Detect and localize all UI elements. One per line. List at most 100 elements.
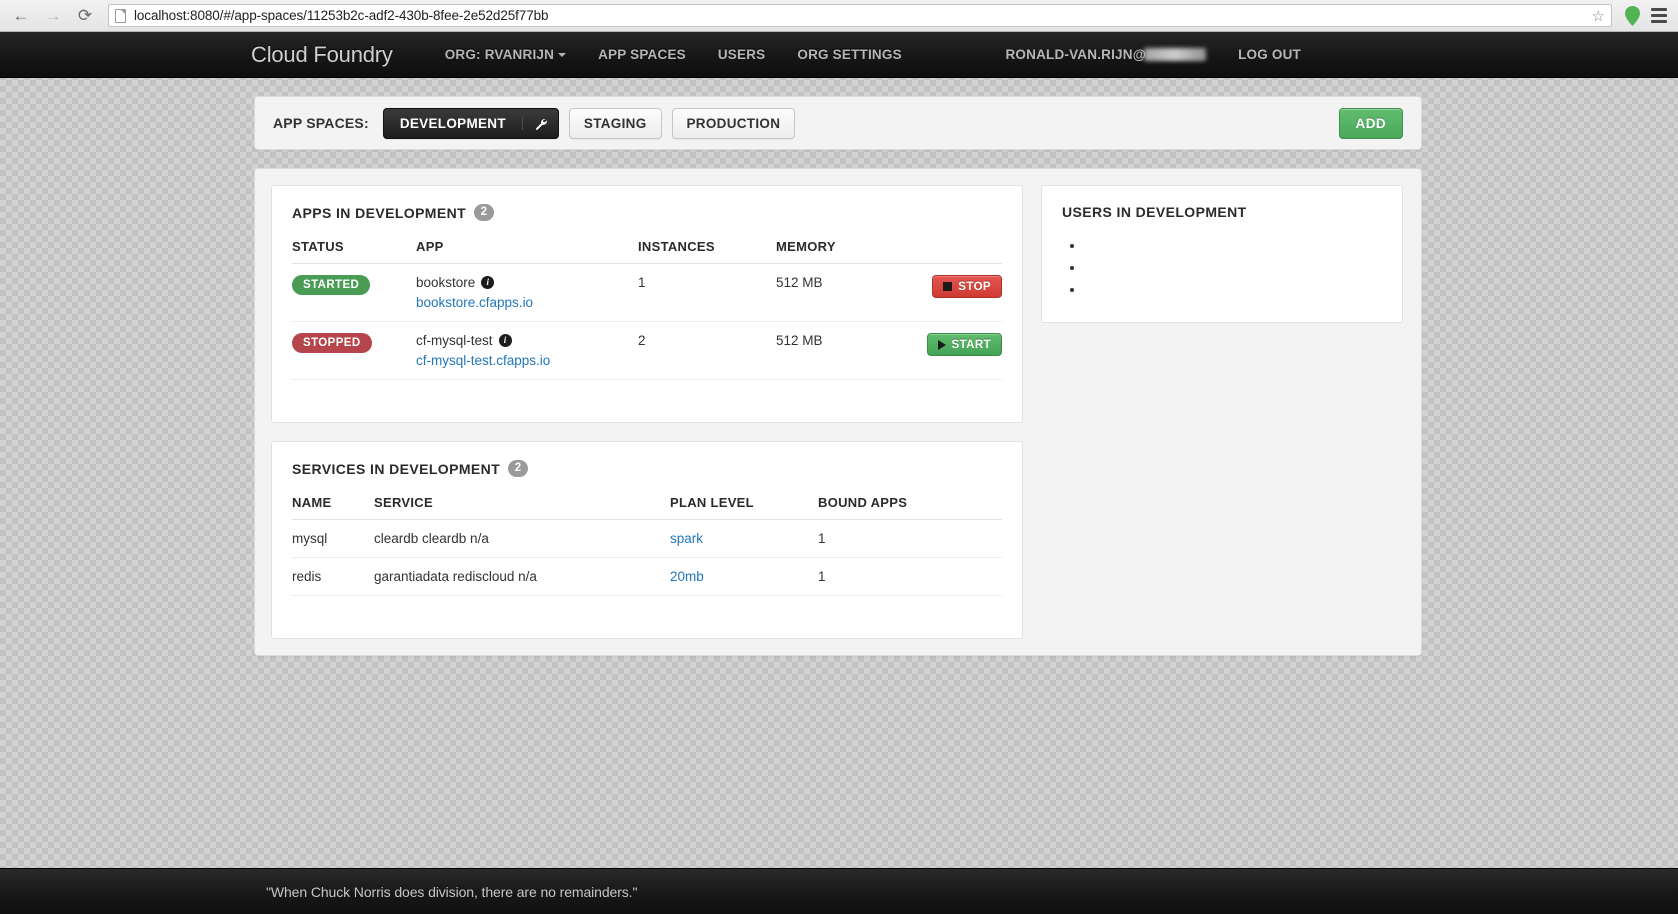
table-row: redis garantiadata rediscloud n/a 20mb 1 — [292, 557, 1002, 596]
navbar-links: ORG: RVANRIJN APP SPACES USERS ORG SETTI… — [429, 32, 918, 78]
app-name: bookstore i — [416, 275, 638, 290]
services-table-header-row: NAME SERVICE PLAN LEVEL BOUND APPS — [292, 493, 1002, 520]
table-row: mysql cleardb cleardb n/a spark 1 — [292, 519, 1002, 558]
services-table: NAME SERVICE PLAN LEVEL BOUND APPS mysql… — [292, 493, 1002, 596]
app-spaces-bar: APP SPACES: DEVELOPMENT STAGING PRODUCTI… — [254, 96, 1422, 150]
nav-link-org-settings[interactable]: ORG SETTINGS — [781, 32, 917, 78]
apps-cell-instances: 1 — [638, 263, 776, 322]
services-cell-service: cleardb cleardb n/a — [374, 519, 670, 558]
app-name-text: cf-mysql-test — [416, 333, 493, 348]
apps-cell-action: STOP — [916, 263, 1002, 322]
users-card-title: USERS IN DEVELOPMENT — [1062, 204, 1382, 220]
apps-count-badge: 2 — [474, 204, 495, 221]
app-url-link[interactable]: bookstore.cfapps.io — [416, 295, 638, 310]
browser-forward-button[interactable]: → — [40, 3, 66, 29]
stop-square-icon — [943, 282, 953, 291]
list-item[interactable] — [1070, 258, 1382, 280]
stop-button[interactable]: STOP — [932, 275, 1002, 298]
list-item[interactable] — [1070, 236, 1382, 258]
app-navbar: Cloud Foundry ORG: RVANRIJN APP SPACES U… — [0, 32, 1678, 78]
chevron-down-icon — [558, 52, 567, 57]
address-bar-url: localhost:8080/#/app-spaces/11253b2c-adf… — [134, 8, 549, 23]
page-document-icon — [115, 8, 126, 23]
apps-card-title-text: APPS IN DEVELOPMENT — [292, 204, 467, 221]
navbar-right: RONALD-VAN.RIJN@ LOG OUT — [989, 32, 1677, 78]
nav-link-app-spaces[interactable]: APP SPACES — [582, 32, 702, 78]
nav-link-org[interactable]: ORG: RVANRIJN — [429, 32, 582, 78]
tab-staging[interactable]: STAGING — [568, 107, 662, 139]
apps-cell-app: bookstore i bookstore.cfapps.io — [416, 263, 638, 322]
services-col-service: SERVICE — [374, 493, 670, 520]
services-cell-name: redis — [292, 557, 374, 596]
menu-bar-1 — [1651, 8, 1667, 11]
services-cell-plan: spark — [670, 519, 818, 558]
apps-cell-memory: 512 MB — [776, 321, 916, 380]
apps-col-memory: MEMORY — [776, 237, 916, 264]
services-col-plan: PLAN LEVEL — [670, 493, 818, 520]
wrench-icon[interactable] — [521, 116, 558, 130]
browser-chrome: ← → ⟳ localhost:8080/#/app-spaces/11253b… — [0, 0, 1678, 32]
apps-cell-instances: 2 — [638, 321, 776, 380]
current-user-label[interactable]: RONALD-VAN.RIJN@ — [989, 32, 1222, 78]
list-item[interactable] — [1070, 280, 1382, 302]
services-col-bound: BOUND APPS — [818, 493, 1002, 520]
users-list — [1062, 236, 1382, 302]
logout-link[interactable]: LOG OUT — [1222, 32, 1317, 78]
apps-cell-status: STOPPED — [292, 321, 416, 380]
brand-logo[interactable]: Cloud Foundry — [251, 42, 393, 68]
nav-link-org-label: ORG: RVANRIJN — [444, 46, 555, 62]
apps-col-instances: INSTANCES — [638, 237, 776, 264]
apps-card-spacer — [292, 380, 1002, 402]
app-name-text: bookstore — [416, 275, 476, 290]
apps-card-title: APPS IN DEVELOPMENT 2 — [292, 204, 1002, 221]
services-cell-service: garantiadata rediscloud n/a — [374, 557, 670, 596]
redacted-user-domain — [1144, 47, 1207, 61]
plan-level-link[interactable]: 20mb — [670, 569, 704, 584]
menu-bar-2 — [1651, 14, 1667, 17]
tab-development-label: DEVELOPMENT — [399, 115, 506, 131]
start-button[interactable]: START — [926, 333, 1002, 356]
info-icon[interactable]: i — [481, 276, 495, 289]
app-spaces-label: APP SPACES: — [273, 115, 369, 131]
apps-cell-app: cf-mysql-test i cf-mysql-test.cfapps.io — [416, 321, 638, 380]
dashboard-panel: APPS IN DEVELOPMENT 2 STATUS APP INSTANC… — [254, 168, 1422, 656]
plan-level-link[interactable]: spark — [670, 531, 703, 546]
services-card-title: SERVICES IN DEVELOPMENT 2 — [292, 460, 1002, 477]
apps-cell-action: START — [916, 321, 1002, 380]
menu-bar-3 — [1651, 20, 1667, 23]
address-bar[interactable]: localhost:8080/#/app-spaces/11253b2c-adf… — [108, 4, 1612, 27]
location-pin-icon[interactable] — [1622, 4, 1642, 28]
play-triangle-icon — [937, 339, 946, 350]
services-col-name: NAME — [292, 493, 374, 520]
services-cell-bound: 1 — [818, 519, 1002, 558]
services-card: SERVICES IN DEVELOPMENT 2 NAME SERVICE P… — [271, 441, 1023, 639]
apps-cell-memory: 512 MB — [776, 263, 916, 322]
nav-link-users[interactable]: USERS — [702, 32, 782, 78]
tab-production[interactable]: PRODUCTION — [671, 107, 796, 139]
app-url-link[interactable]: cf-mysql-test.cfapps.io — [416, 353, 638, 368]
table-row: STARTED bookstore i bookstore.cfapps.io — [292, 263, 1002, 322]
services-cell-plan: 20mb — [670, 557, 818, 596]
table-row: STOPPED cf-mysql-test i cf-mysql-test.cf… — [292, 321, 1002, 380]
add-button[interactable]: ADD — [1338, 107, 1403, 139]
current-user-text: RONALD-VAN.RIJN@ — [1005, 46, 1147, 62]
browser-reload-button[interactable]: ⟳ — [72, 3, 98, 29]
users-card: USERS IN DEVELOPMENT — [1041, 185, 1403, 323]
content-wrapper: APP SPACES: DEVELOPMENT STAGING PRODUCTI… — [254, 96, 1422, 656]
apps-table: STATUS APP INSTANCES MEMORY STARTED book… — [292, 237, 1002, 380]
bookmark-star-icon[interactable]: ☆ — [1592, 7, 1605, 25]
footer-quote: "When Chuck Norris does division, there … — [266, 883, 638, 900]
apps-card: APPS IN DEVELOPMENT 2 STATUS APP INSTANC… — [271, 185, 1023, 423]
status-badge: STARTED — [292, 275, 371, 295]
stop-button-label: STOP — [958, 280, 991, 293]
browser-back-button[interactable]: ← — [8, 3, 34, 29]
apps-col-status: STATUS — [292, 237, 416, 264]
tab-development[interactable]: DEVELOPMENT — [382, 107, 559, 139]
footer-bar: "When Chuck Norris does division, there … — [0, 868, 1678, 914]
users-card-title-text: USERS IN DEVELOPMENT — [1062, 204, 1247, 220]
info-icon[interactable]: i — [498, 334, 512, 347]
services-count-badge: 2 — [508, 460, 529, 477]
services-cell-name: mysql — [292, 519, 374, 558]
page-body: Cloud Foundry ORG: RVANRIJN APP SPACES U… — [0, 32, 1678, 914]
hamburger-menu-icon[interactable] — [1648, 4, 1670, 28]
